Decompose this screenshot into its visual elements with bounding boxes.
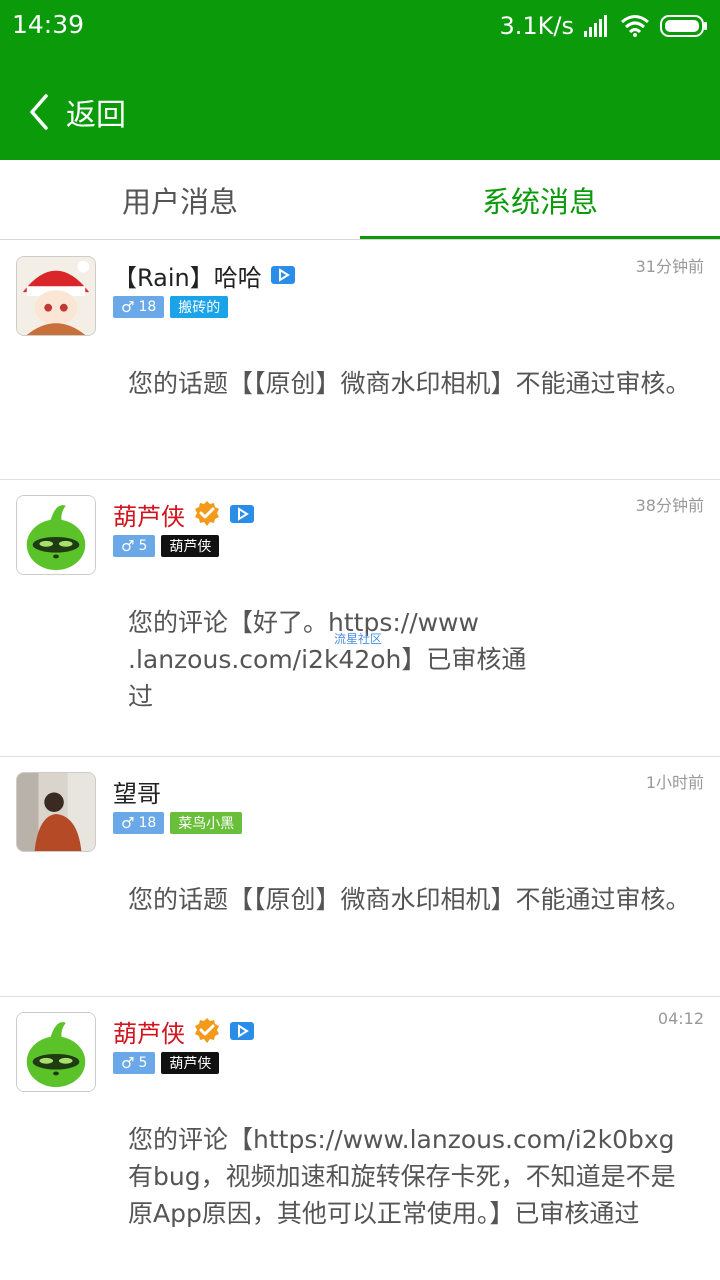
- avatar[interactable]: [16, 1012, 96, 1092]
- gender-level-badge: ♂ 18: [113, 812, 165, 834]
- user-level: 18: [138, 299, 157, 315]
- user-level: 5: [138, 538, 148, 554]
- male-icon: ♂: [121, 814, 135, 832]
- male-icon: ♂: [121, 298, 135, 316]
- message-list: 【Rain】哈哈 ♂ 18 搬砖的 31分钟前 您的话题【【原创】微商水印相机】…: [0, 241, 720, 1280]
- user-badges: ♂ 5 葫芦侠: [113, 1052, 220, 1074]
- message-item[interactable]: 葫芦侠 ♂ 5 葫芦侠 04:12 您的评论【https://www.lanzo…: [0, 997, 720, 1280]
- content-line: .lanzous.com/i2k42oh】已审核通: [128, 645, 527, 674]
- message-content: 您的评论【好了。https://www .lanzous.com/i2k42oh…: [128, 604, 698, 715]
- status-icons: 3.1K/s: [500, 10, 709, 42]
- user-title-badge: 葫芦侠: [161, 535, 220, 557]
- avatar[interactable]: [16, 772, 96, 852]
- verified-icon: [195, 1018, 219, 1043]
- video-icon: [230, 1022, 254, 1040]
- user-name[interactable]: 【Rain】哈哈: [113, 258, 262, 293]
- active-tab-indicator: [360, 236, 720, 239]
- message-item[interactable]: 【Rain】哈哈 ♂ 18 搬砖的 31分钟前 您的话题【【原创】微商水印相机】…: [0, 241, 720, 480]
- name-row: 望哥: [113, 774, 161, 808]
- user-badges: ♂ 18 菜鸟小黑: [113, 812, 243, 834]
- user-level: 18: [138, 815, 157, 831]
- avatar[interactable]: [16, 256, 96, 336]
- status-time: 14:39: [12, 10, 85, 39]
- network-speed: 3.1K/s: [499, 12, 575, 40]
- message-content: 您的话题【【原创】微商水印相机】不能通过审核。: [128, 369, 691, 398]
- name-row: 葫芦侠: [113, 497, 255, 531]
- chevron-left-icon: [30, 94, 48, 130]
- gender-level-badge: ♂ 5: [113, 1052, 156, 1074]
- back-label: 返回: [66, 98, 126, 133]
- user-title-badge: 菜鸟小黑: [170, 812, 243, 834]
- back-button[interactable]: 返回: [28, 88, 126, 136]
- male-icon: ♂: [121, 537, 135, 555]
- user-title-badge: 搬砖的: [170, 296, 229, 318]
- video-icon: [270, 266, 295, 284]
- app-header: 14:39 3.1K/s 返回: [0, 0, 720, 160]
- user-badges: ♂ 18 搬砖的: [113, 296, 229, 318]
- message-content: 您的话题【【原创】微商水印相机】不能通过审核。: [128, 885, 691, 914]
- avatar[interactable]: [16, 495, 96, 575]
- tab-user-messages[interactable]: 用户消息: [0, 160, 360, 240]
- content-line: 过: [128, 682, 154, 711]
- user-name[interactable]: 望哥: [113, 774, 161, 809]
- message-time: 1小时前: [645, 773, 704, 792]
- user-title-badge: 葫芦侠: [161, 1052, 220, 1074]
- name-row: 【Rain】哈哈: [113, 258, 296, 292]
- user-badges: ♂ 5 葫芦侠: [113, 535, 220, 557]
- watermark: 流星社区: [334, 632, 383, 646]
- name-row: 葫芦侠: [113, 1014, 255, 1048]
- tab-system-messages[interactable]: 系统消息: [360, 160, 720, 240]
- gender-level-badge: ♂ 5: [113, 535, 156, 557]
- message-time: 31分钟前: [635, 257, 704, 276]
- user-name[interactable]: 葫芦侠: [113, 497, 185, 532]
- nav-bar: 返回: [0, 72, 720, 152]
- message-content: 您的评论【https://www.lanzous.com/i2k0bxg有bug…: [128, 1125, 676, 1228]
- status-bar: 14:39 3.1K/s: [0, 0, 720, 52]
- user-level: 5: [138, 1055, 148, 1071]
- message-time: 04:12: [657, 1009, 704, 1028]
- video-icon: [230, 505, 254, 523]
- message-time: 38分钟前: [635, 496, 704, 515]
- content-line: 您的评论【好了。https://www: [128, 608, 479, 637]
- tab-bar: 用户消息 系统消息: [0, 160, 720, 240]
- battery-icon: [660, 15, 707, 37]
- message-item[interactable]: 望哥 ♂ 18 菜鸟小黑 1小时前 您的话题【【原创】微商水印相机】不能通过审核…: [0, 757, 720, 997]
- male-icon: ♂: [121, 1054, 135, 1072]
- message-item[interactable]: 葫芦侠 ♂ 5 葫芦侠 38分钟前 您的评论【好了。https://www .l…: [0, 480, 720, 757]
- signal-icon: [584, 15, 607, 37]
- verified-icon: [195, 501, 219, 526]
- user-name[interactable]: 葫芦侠: [113, 1014, 185, 1049]
- wifi-icon: [621, 15, 649, 37]
- gender-level-badge: ♂ 18: [113, 296, 165, 318]
